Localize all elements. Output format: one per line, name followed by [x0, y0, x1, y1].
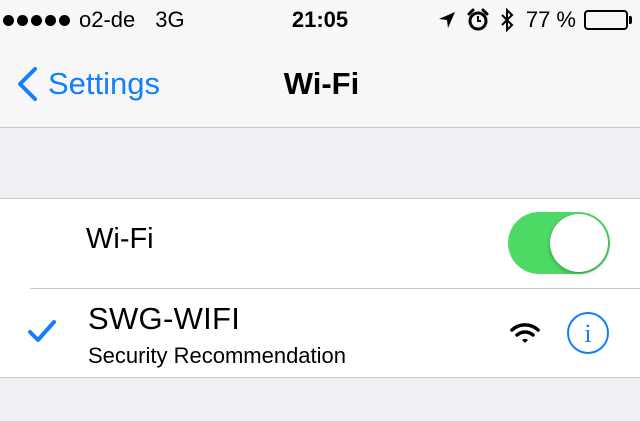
network-row-swg-wifi[interactable]: SWG-WIFI Security Recommendation i: [0, 289, 640, 378]
wifi-toggle-label: Wi-Fi: [86, 223, 154, 255]
wifi-toggle-switch[interactable]: [508, 212, 610, 274]
battery-icon: [584, 10, 632, 30]
wifi-signal-icon: [510, 321, 540, 350]
network-subtitle: Security Recommendation: [88, 343, 347, 368]
navigation-header: o2-de 3G 21:05 77 % Settings Wi-Fi: [0, 0, 640, 128]
svg-text:i: i: [584, 319, 591, 348]
checkmark-icon: [28, 319, 56, 348]
location-arrow-icon: [438, 11, 456, 29]
battery-percentage: 77 %: [525, 7, 576, 32]
status-bar: o2-de 3G 21:05 77 %: [0, 0, 640, 40]
toggle-knob: [550, 214, 608, 272]
page-title: Wi-Fi: [283, 66, 360, 101]
alarm-clock-icon: [466, 8, 490, 32]
network-name: SWG-WIFI: [88, 301, 241, 336]
status-right-group: 77 %: [428, 0, 632, 40]
bluetooth-icon: [500, 8, 514, 32]
info-icon[interactable]: i: [566, 311, 610, 355]
